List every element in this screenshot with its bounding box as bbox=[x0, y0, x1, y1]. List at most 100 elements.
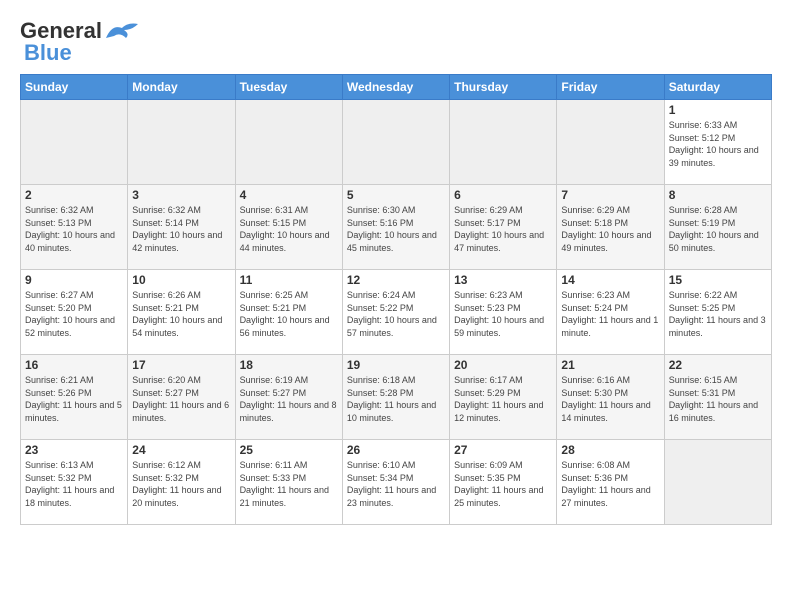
day-info: Sunrise: 6:29 AM Sunset: 5:17 PM Dayligh… bbox=[454, 204, 552, 254]
calendar-cell: 23 Sunrise: 6:13 AM Sunset: 5:32 PM Dayli… bbox=[21, 440, 128, 525]
day-number: 17 bbox=[132, 358, 230, 372]
calendar-cell: 4 Sunrise: 6:31 AM Sunset: 5:15 PM Daylig… bbox=[235, 185, 342, 270]
day-info: Sunrise: 6:33 AM Sunset: 5:12 PM Dayligh… bbox=[669, 119, 767, 169]
calendar-cell: 7 Sunrise: 6:29 AM Sunset: 5:18 PM Daylig… bbox=[557, 185, 664, 270]
day-info: Sunrise: 6:28 AM Sunset: 5:19 PM Dayligh… bbox=[669, 204, 767, 254]
day-number: 16 bbox=[25, 358, 123, 372]
calendar-week-row: 16 Sunrise: 6:21 AM Sunset: 5:26 PM Dayli… bbox=[21, 355, 772, 440]
calendar-cell bbox=[235, 100, 342, 185]
day-info: Sunrise: 6:29 AM Sunset: 5:18 PM Dayligh… bbox=[561, 204, 659, 254]
calendar-cell: 20 Sunrise: 6:17 AM Sunset: 5:29 PM Dayli… bbox=[450, 355, 557, 440]
day-number: 14 bbox=[561, 273, 659, 287]
calendar-week-row: 9Sunrise: 6:27 AM Sunset: 5:20 PM Daylig… bbox=[21, 270, 772, 355]
calendar-week-row: 23 Sunrise: 6:13 AM Sunset: 5:32 PM Dayli… bbox=[21, 440, 772, 525]
page: General Blue SundayMondayTuesdayWednesda… bbox=[0, 0, 792, 612]
calendar-cell: 19 Sunrise: 6:18 AM Sunset: 5:28 PM Dayli… bbox=[342, 355, 449, 440]
calendar-cell bbox=[128, 100, 235, 185]
day-info: Sunrise: 6:31 AM Sunset: 5:15 PM Dayligh… bbox=[240, 204, 338, 254]
day-info: Sunrise: 6:27 AM Sunset: 5:20 PM Dayligh… bbox=[25, 289, 123, 339]
calendar-cell: 21 Sunrise: 6:16 AM Sunset: 5:30 PM Dayli… bbox=[557, 355, 664, 440]
calendar-cell: 17 Sunrise: 6:20 AM Sunset: 5:27 PM Dayli… bbox=[128, 355, 235, 440]
day-number: 4 bbox=[240, 188, 338, 202]
calendar-cell: 26 Sunrise: 6:10 AM Sunset: 5:34 PM Dayli… bbox=[342, 440, 449, 525]
calendar-cell: 3Sunrise: 6:32 AM Sunset: 5:14 PM Daylig… bbox=[128, 185, 235, 270]
day-info: Sunrise: 6:23 AM Sunset: 5:24 PM Dayligh… bbox=[561, 289, 659, 339]
day-info: Sunrise: 6:11 AM Sunset: 5:33 PM Dayligh… bbox=[240, 459, 338, 509]
day-number: 2 bbox=[25, 188, 123, 202]
day-number: 18 bbox=[240, 358, 338, 372]
day-number: 22 bbox=[669, 358, 767, 372]
calendar-cell: 28Sunrise: 6:08 AM Sunset: 5:36 PM Dayli… bbox=[557, 440, 664, 525]
day-info: Sunrise: 6:15 AM Sunset: 5:31 PM Dayligh… bbox=[669, 374, 767, 424]
logo: General Blue bbox=[20, 18, 140, 66]
header: General Blue bbox=[20, 18, 772, 66]
logo-bird-icon bbox=[104, 20, 140, 42]
day-number: 5 bbox=[347, 188, 445, 202]
day-info: Sunrise: 6:16 AM Sunset: 5:30 PM Dayligh… bbox=[561, 374, 659, 424]
day-info: Sunrise: 6:19 AM Sunset: 5:27 PM Dayligh… bbox=[240, 374, 338, 424]
day-number: 8 bbox=[669, 188, 767, 202]
col-header-saturday: Saturday bbox=[664, 75, 771, 100]
calendar-cell: 12 Sunrise: 6:24 AM Sunset: 5:22 PM Dayli… bbox=[342, 270, 449, 355]
day-info: Sunrise: 6:23 AM Sunset: 5:23 PM Dayligh… bbox=[454, 289, 552, 339]
day-number: 6 bbox=[454, 188, 552, 202]
day-info: Sunrise: 6:30 AM Sunset: 5:16 PM Dayligh… bbox=[347, 204, 445, 254]
logo-blue: Blue bbox=[24, 40, 72, 66]
calendar-cell: 2 Sunrise: 6:32 AM Sunset: 5:13 PM Daylig… bbox=[21, 185, 128, 270]
day-info: Sunrise: 6:25 AM Sunset: 5:21 PM Dayligh… bbox=[240, 289, 338, 339]
day-info: Sunrise: 6:26 AM Sunset: 5:21 PM Dayligh… bbox=[132, 289, 230, 339]
day-number: 7 bbox=[561, 188, 659, 202]
col-header-wednesday: Wednesday bbox=[342, 75, 449, 100]
calendar-cell bbox=[21, 100, 128, 185]
calendar-table: SundayMondayTuesdayWednesdayThursdayFrid… bbox=[20, 74, 772, 525]
day-info: Sunrise: 6:18 AM Sunset: 5:28 PM Dayligh… bbox=[347, 374, 445, 424]
day-number: 10 bbox=[132, 273, 230, 287]
day-number: 12 bbox=[347, 273, 445, 287]
day-number: 15 bbox=[669, 273, 767, 287]
day-info: Sunrise: 6:17 AM Sunset: 5:29 PM Dayligh… bbox=[454, 374, 552, 424]
day-number: 27 bbox=[454, 443, 552, 457]
day-info: Sunrise: 6:10 AM Sunset: 5:34 PM Dayligh… bbox=[347, 459, 445, 509]
calendar-cell: 1 Sunrise: 6:33 AM Sunset: 5:12 PM Daylig… bbox=[664, 100, 771, 185]
calendar-header-row: SundayMondayTuesdayWednesdayThursdayFrid… bbox=[21, 75, 772, 100]
col-header-monday: Monday bbox=[128, 75, 235, 100]
day-number: 1 bbox=[669, 103, 767, 117]
day-number: 13 bbox=[454, 273, 552, 287]
day-number: 25 bbox=[240, 443, 338, 457]
calendar-cell: 14 Sunrise: 6:23 AM Sunset: 5:24 PM Dayli… bbox=[557, 270, 664, 355]
day-number: 11 bbox=[240, 273, 338, 287]
calendar-cell bbox=[557, 100, 664, 185]
calendar-cell: 27 Sunrise: 6:09 AM Sunset: 5:35 PM Dayli… bbox=[450, 440, 557, 525]
calendar-cell: 11 Sunrise: 6:25 AM Sunset: 5:21 PM Dayli… bbox=[235, 270, 342, 355]
day-info: Sunrise: 6:08 AM Sunset: 5:36 PM Dayligh… bbox=[561, 459, 659, 509]
day-info: Sunrise: 6:20 AM Sunset: 5:27 PM Dayligh… bbox=[132, 374, 230, 424]
col-header-thursday: Thursday bbox=[450, 75, 557, 100]
day-info: Sunrise: 6:13 AM Sunset: 5:32 PM Dayligh… bbox=[25, 459, 123, 509]
day-info: Sunrise: 6:22 AM Sunset: 5:25 PM Dayligh… bbox=[669, 289, 767, 339]
day-info: Sunrise: 6:21 AM Sunset: 5:26 PM Dayligh… bbox=[25, 374, 123, 424]
calendar-cell: 9Sunrise: 6:27 AM Sunset: 5:20 PM Daylig… bbox=[21, 270, 128, 355]
day-number: 24 bbox=[132, 443, 230, 457]
calendar-cell: 25 Sunrise: 6:11 AM Sunset: 5:33 PM Dayli… bbox=[235, 440, 342, 525]
calendar-cell: 22 Sunrise: 6:15 AM Sunset: 5:31 PM Dayli… bbox=[664, 355, 771, 440]
calendar-cell: 15 Sunrise: 6:22 AM Sunset: 5:25 PM Dayli… bbox=[664, 270, 771, 355]
calendar-cell bbox=[450, 100, 557, 185]
calendar-cell: 24 Sunrise: 6:12 AM Sunset: 5:32 PM Dayli… bbox=[128, 440, 235, 525]
day-info: Sunrise: 6:12 AM Sunset: 5:32 PM Dayligh… bbox=[132, 459, 230, 509]
day-info: Sunrise: 6:24 AM Sunset: 5:22 PM Dayligh… bbox=[347, 289, 445, 339]
calendar-cell: 16 Sunrise: 6:21 AM Sunset: 5:26 PM Dayli… bbox=[21, 355, 128, 440]
col-header-friday: Friday bbox=[557, 75, 664, 100]
day-info: Sunrise: 6:32 AM Sunset: 5:13 PM Dayligh… bbox=[25, 204, 123, 254]
calendar-cell: 18 Sunrise: 6:19 AM Sunset: 5:27 PM Dayli… bbox=[235, 355, 342, 440]
day-number: 20 bbox=[454, 358, 552, 372]
day-number: 19 bbox=[347, 358, 445, 372]
day-number: 26 bbox=[347, 443, 445, 457]
day-info: Sunrise: 6:09 AM Sunset: 5:35 PM Dayligh… bbox=[454, 459, 552, 509]
day-info: Sunrise: 6:32 AM Sunset: 5:14 PM Dayligh… bbox=[132, 204, 230, 254]
calendar-cell bbox=[342, 100, 449, 185]
calendar-cell: 6 Sunrise: 6:29 AM Sunset: 5:17 PM Daylig… bbox=[450, 185, 557, 270]
calendar-cell bbox=[664, 440, 771, 525]
day-number: 23 bbox=[25, 443, 123, 457]
day-number: 21 bbox=[561, 358, 659, 372]
calendar-week-row: 2 Sunrise: 6:32 AM Sunset: 5:13 PM Daylig… bbox=[21, 185, 772, 270]
